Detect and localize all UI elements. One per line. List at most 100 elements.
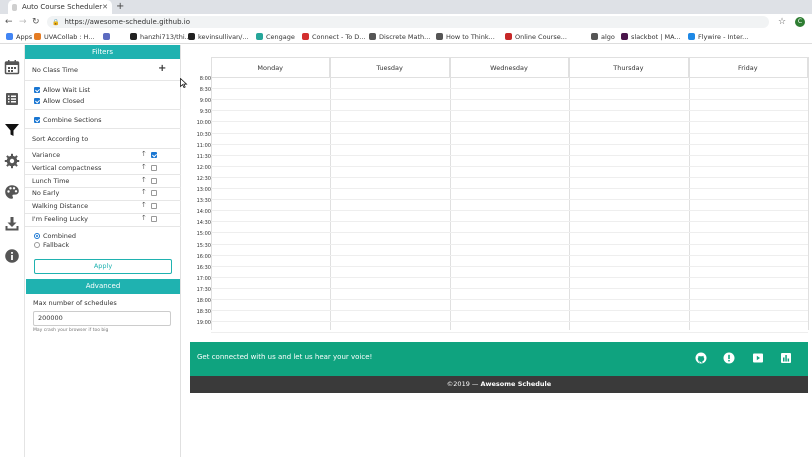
download-icon[interactable]	[4, 216, 20, 232]
browser-tab[interactable]: Auto Course Scheduler ✕	[8, 0, 112, 14]
day-header: Wednesday	[449, 57, 570, 77]
bookmark-label: Online Course...	[515, 32, 567, 41]
bookmark-label: Discrete Math...	[379, 32, 431, 41]
calendar-row-divider	[211, 154, 808, 156]
divider	[25, 174, 181, 176]
video-icon[interactable]	[752, 352, 764, 364]
sort-option-label: No Early	[32, 189, 60, 198]
bookmark-item[interactable]: Discrete Math...	[369, 33, 430, 41]
list-icon[interactable]	[4, 91, 20, 107]
chart-icon[interactable]	[780, 352, 792, 364]
github-icon[interactable]	[695, 352, 707, 364]
bookmark-item[interactable]: Online Course...	[505, 33, 567, 41]
forward-icon[interactable]: →	[19, 16, 27, 28]
bookmark-item[interactable]: Connect - To D...	[302, 33, 365, 41]
time-label: 19:00	[196, 320, 211, 327]
sort-option-checkbox[interactable]	[151, 216, 157, 222]
address-bar: ← → ↻ 🔒 https://awesome-schedule.github.…	[0, 14, 812, 30]
sort-direction-arrow-icon[interactable]: 🡑	[142, 176, 146, 187]
calendar-row-divider	[211, 121, 808, 123]
sort-direction-arrow-icon[interactable]: 🡑	[142, 163, 146, 174]
bookmark-star-icon[interactable]: ☆	[778, 16, 786, 28]
sort-option-checkbox[interactable]	[151, 152, 157, 158]
combined-radio[interactable]	[34, 233, 40, 239]
bookmark-item[interactable]: algo	[591, 33, 615, 41]
time-label: 10:30	[196, 131, 211, 138]
calendar-row-divider	[211, 77, 808, 78]
bookmark-favicon-icon	[6, 33, 13, 40]
footer-copyright: ©2019 — Awesome Schedule	[190, 376, 808, 393]
info-icon[interactable]	[4, 248, 20, 264]
footer-cta: Get connected with us and let us hear yo…	[197, 353, 373, 361]
allow-wait-list-label: Allow Wait List	[43, 86, 91, 94]
time-label: 16:00	[196, 253, 211, 260]
max-schedules-input[interactable]: 200000	[33, 311, 171, 326]
url-text[interactable]: https://awesome-schedule.github.io	[64, 18, 190, 26]
bookmark-label: How to Think...	[446, 32, 495, 41]
copyright-text: ©2019 —	[446, 380, 481, 388]
time-label: 14:30	[196, 220, 211, 227]
calendar-row-divider	[211, 254, 808, 256]
bookmark-item[interactable]: How to Think...	[436, 33, 495, 41]
calendar-column-divider	[449, 57, 451, 330]
time-label: 11:00	[196, 142, 211, 149]
sort-direction-arrow-icon[interactable]: 🡑	[142, 201, 146, 212]
sort-option-checkbox[interactable]	[151, 203, 157, 210]
profile-avatar[interactable]: C	[795, 17, 805, 27]
sort-option-checkbox[interactable]	[151, 190, 157, 197]
day-header: Monday	[211, 57, 331, 77]
calendar-row-divider	[211, 243, 808, 245]
time-label: 8:30	[199, 87, 211, 94]
time-label: 12:30	[196, 175, 211, 182]
max-schedules-hint: May crash your browser if too big	[33, 328, 109, 333]
filter-icon[interactable]	[4, 122, 20, 138]
day-header: Thursday	[569, 57, 689, 77]
mouse-cursor-icon	[180, 78, 188, 88]
back-icon[interactable]: ←	[5, 16, 13, 28]
apply-button[interactable]: Apply	[34, 259, 172, 274]
allow-wait-list-checkbox[interactable]	[34, 87, 40, 93]
calendar-row-divider	[211, 165, 808, 167]
sort-direction-arrow-icon[interactable]: 🡑	[142, 214, 146, 225]
calendar-row-divider	[211, 99, 808, 101]
new-tab-button[interactable]: +	[116, 0, 124, 13]
divider	[25, 128, 181, 129]
bookmark-label: UVACollab : H...	[44, 32, 95, 41]
bookmark-item[interactable]: hanzhi713/thi...	[130, 33, 191, 41]
bookmark-item[interactable]: UVACollab : H...	[34, 33, 95, 41]
fallback-radio[interactable]	[34, 242, 40, 248]
max-schedules-label: Max number of schedules	[33, 299, 117, 307]
bookmark-favicon-icon	[103, 33, 110, 40]
sort-direction-arrow-icon[interactable]: 🡑	[142, 188, 146, 199]
settings-icon[interactable]	[4, 153, 20, 169]
bookmark-favicon-icon	[688, 33, 695, 40]
bookmark-item[interactable]: slackbot | MA...	[621, 33, 681, 41]
calendar-row-divider	[211, 132, 808, 134]
bookmark-label: slackbot | MA...	[631, 32, 681, 41]
alert-icon[interactable]	[723, 352, 735, 364]
time-label: 18:30	[196, 309, 211, 316]
bookmark-item[interactable]: kevinsullivan/...	[188, 33, 249, 41]
close-tab-icon[interactable]: ✕	[102, 3, 108, 11]
sort-direction-arrow-icon[interactable]: 🡑	[142, 150, 146, 161]
omnibox[interactable]: 🔒 https://awesome-schedule.github.io	[47, 16, 769, 28]
reload-icon[interactable]: ↻	[32, 16, 40, 28]
palette-icon[interactable]	[4, 184, 20, 200]
time-label: 13:00	[196, 187, 211, 193]
combine-sections-checkbox[interactable]	[34, 117, 40, 123]
bookmark-favicon-icon	[436, 33, 443, 40]
calendar-icon[interactable]	[4, 59, 20, 75]
bookmark-item[interactable]: Apps	[6, 33, 32, 41]
bookmark-label: Apps	[16, 32, 33, 41]
bookmark-item[interactable]	[103, 33, 113, 40]
bookmark-item[interactable]: Cengage	[256, 33, 295, 41]
sort-option-checkbox[interactable]	[151, 177, 157, 184]
bookmark-item[interactable]: Flywire - Inter...	[688, 33, 748, 41]
brand-name[interactable]: Awesome Schedule	[480, 380, 551, 388]
allow-closed-checkbox[interactable]	[34, 98, 40, 104]
bookmark-favicon-icon	[621, 33, 628, 40]
sort-option-checkbox[interactable]	[151, 164, 157, 171]
time-label: 10:00	[196, 120, 211, 127]
calendar-row-divider	[211, 232, 808, 234]
add-no-class-time-button[interactable]: +	[158, 63, 166, 74]
